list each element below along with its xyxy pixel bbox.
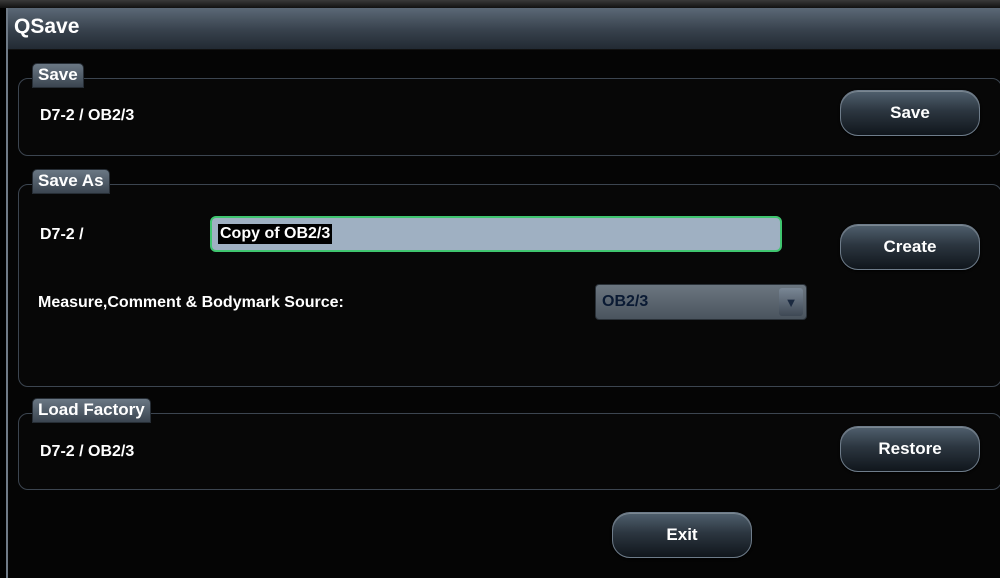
new-name-value: Copy of OB2/3 — [218, 224, 333, 244]
save-as-group-label: Save As — [32, 169, 110, 194]
restore-button[interactable]: Restore — [840, 426, 980, 472]
qsave-dialog: QSave Save D7-2 / OB2/3 Save Save As D7-… — [6, 8, 1000, 578]
load-factory-path: D7-2 / OB2/3 — [40, 443, 135, 460]
save-path: D7-2 / OB2/3 — [40, 107, 135, 124]
new-name-input[interactable]: Copy of OB2/3 — [210, 216, 782, 252]
save-as-prefix: D7-2 / — [40, 226, 84, 243]
source-label: Measure,Comment & Bodymark Source: — [38, 294, 344, 311]
dialog-title: QSave — [14, 15, 80, 38]
load-factory-group-label: Load Factory — [32, 398, 151, 423]
save-group-label: Save — [32, 63, 84, 88]
create-button[interactable]: Create — [840, 224, 980, 270]
exit-button[interactable]: Exit — [612, 512, 752, 558]
background-strip — [0, 0, 1000, 8]
save-as-group — [18, 184, 1000, 387]
title-bar: QSave — [8, 8, 1000, 50]
save-button[interactable]: Save — [840, 90, 980, 136]
chevron-down-icon[interactable]: ▼ — [779, 288, 803, 316]
source-select-value: OB2/3 — [602, 293, 649, 310]
source-select[interactable]: OB2/3 ▼ — [595, 284, 807, 320]
